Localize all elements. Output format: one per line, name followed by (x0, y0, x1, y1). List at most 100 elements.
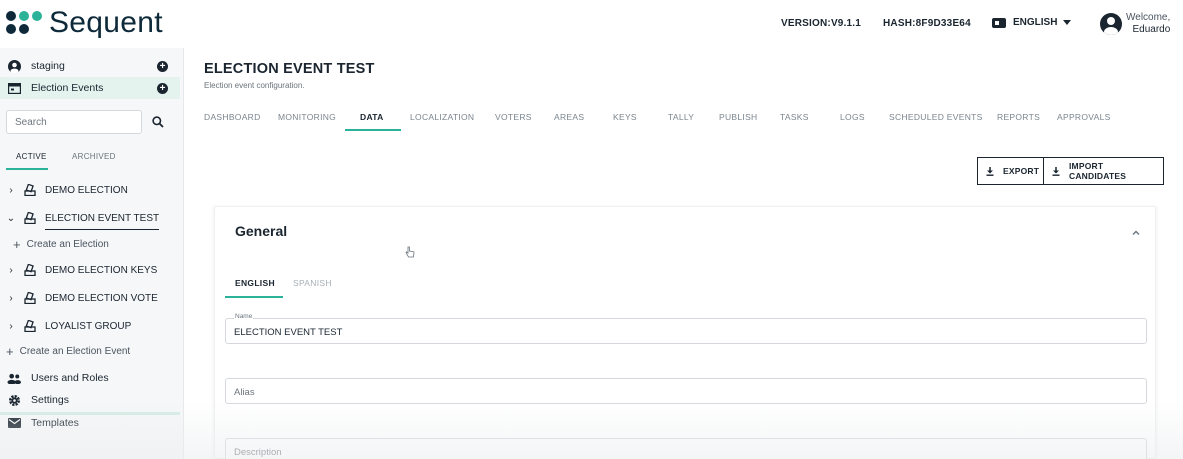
tree-item-label: DEMO ELECTION VOTE (45, 292, 158, 304)
tree-item-label: LOYALIST GROUP (45, 320, 132, 332)
alias-field[interactable]: Alias (225, 378, 1147, 404)
calendar-icon (7, 81, 21, 95)
description-placeholder: Description (234, 447, 282, 458)
tab-monitoring[interactable]: MONITORING (278, 112, 336, 122)
tree-item-loyalist-group[interactable]: › LOYALIST GROUP (0, 315, 180, 337)
export-label: EXPORT (1003, 166, 1040, 176)
tab-data[interactable]: DATA (360, 112, 384, 122)
logo-mark (6, 11, 43, 35)
app-logo[interactable]: Sequent (6, 7, 163, 39)
sidebar-item-users-and-roles[interactable]: Users and Roles (0, 367, 180, 389)
create-election-event-link[interactable]: + Create an Election Event (6, 344, 130, 359)
tree-item-demo-election-vote[interactable]: › DEMO ELECTION VOTE (0, 287, 180, 309)
tab-reports[interactable]: REPORTS (997, 112, 1040, 122)
chevron-right-icon[interactable]: › (6, 293, 16, 304)
version-label: VERSION:V9.1.1 (781, 18, 862, 29)
language-icon (992, 17, 1006, 28)
tree-item-label: DEMO ELECTION (45, 184, 128, 196)
ballot-box-icon (24, 291, 36, 305)
tab-publish[interactable]: PUBLISH (719, 112, 757, 122)
tab-english[interactable]: ENGLISH (235, 278, 275, 288)
export-button[interactable]: EXPORT (977, 157, 1044, 185)
tab-voters[interactable]: VOTERS (495, 112, 532, 122)
tree-item-label: ELECTION EVENT TEST (45, 213, 160, 230)
tab-dashboard[interactable]: DASHBOARD (204, 112, 261, 122)
sidebar: staging + Election Events + Search ACTIV… (0, 48, 184, 459)
sidebar-item-label: Settings (31, 394, 69, 406)
tab-spanish[interactable]: SPANISH (293, 278, 332, 288)
hash-label: HASH:8F9D33E64 (883, 18, 971, 29)
sidebar-item-election-events[interactable]: Election Events + (0, 77, 180, 99)
tab-logs[interactable]: LOGS (840, 112, 865, 122)
avatar-icon (1100, 13, 1122, 35)
language-selector[interactable]: ENGLISH (992, 17, 1072, 28)
tab-tasks[interactable]: TASKS (780, 112, 809, 122)
tab-scheduled-events[interactable]: SCHEDULED EVENTS (889, 112, 983, 122)
search-icon[interactable] (152, 115, 164, 128)
welcome-greeting: Welcome, (1126, 12, 1171, 23)
user-menu[interactable]: Welcome, Eduardo (1100, 12, 1170, 36)
ballot-box-icon (24, 263, 36, 277)
sidebar-item-label: staging (31, 60, 65, 72)
tab-archived[interactable]: ARCHIVED (72, 152, 116, 161)
ballot-box-icon (24, 211, 36, 225)
gear-icon (7, 393, 21, 407)
mail-icon (7, 416, 21, 430)
users-icon (7, 371, 21, 385)
create-election-label: Create an Election (26, 239, 109, 250)
chevron-right-icon[interactable]: › (6, 265, 16, 276)
ballot-box-icon (24, 183, 36, 197)
chevron-up-icon[interactable] (1131, 225, 1141, 235)
section-title: General (235, 223, 288, 239)
language-label: ENGLISH (1013, 17, 1058, 28)
sidebar-item-settings[interactable]: Settings (0, 389, 180, 411)
active-language-indicator (225, 296, 283, 298)
add-tenant-icon[interactable]: + (157, 60, 168, 72)
tab-active[interactable]: ACTIVE (16, 152, 47, 161)
name-field-label: Name (234, 313, 254, 320)
name-field[interactable]: Name ELECTION EVENT TEST (225, 313, 1147, 344)
import-candidates-button[interactable]: IMPORT CANDIDATES (1043, 157, 1164, 185)
sidebar-item-templates[interactable]: Templates (0, 412, 180, 434)
chevron-right-icon[interactable]: › (6, 185, 16, 196)
top-bar: Sequent VERSION:V9.1.1 HASH:8F9D33E64 EN… (0, 0, 1183, 48)
tab-areas[interactable]: AREAS (554, 112, 584, 122)
plus-icon: + (6, 344, 14, 359)
sidebar-item-label: Election Events (31, 82, 104, 94)
page-title: ELECTION EVENT TEST (204, 61, 375, 77)
active-tab-indicator (345, 129, 401, 131)
hand-cursor-icon (405, 245, 415, 258)
sidebar-item-label: Templates (31, 417, 79, 429)
tree-item-demo-election-keys[interactable]: › DEMO ELECTION KEYS (0, 259, 180, 281)
tree-item-demo-election[interactable]: › DEMO ELECTION (0, 179, 180, 201)
add-election-event-icon[interactable]: + (157, 82, 168, 94)
plus-icon: + (13, 237, 21, 252)
tab-tally[interactable]: TALLY (668, 112, 694, 122)
main-content: ELECTION EVENT TEST Election event confi… (186, 48, 1183, 459)
sidebar-search-input[interactable]: Search (6, 110, 142, 134)
account-circle-icon (7, 59, 21, 73)
create-election-link[interactable]: + Create an Election (13, 237, 109, 252)
event-tabs: DASHBOARD MONITORING DATA LOCALIZATION V… (204, 106, 1164, 132)
sidebar-tabs: ACTIVE ARCHIVED (0, 148, 180, 170)
tree-item-election-event-test[interactable]: ⌄ ELECTION EVENT TEST (0, 207, 180, 230)
alias-placeholder: Alias (234, 387, 255, 398)
sidebar-item-label: Users and Roles (31, 372, 109, 384)
import-candidates-label: IMPORT CANDIDATES (1069, 161, 1127, 181)
chevron-right-icon[interactable]: › (6, 321, 16, 332)
name-field-value: ELECTION EVENT TEST (234, 327, 343, 338)
tree-item-label: DEMO ELECTION KEYS (45, 264, 158, 276)
logo-text: Sequent (49, 6, 163, 39)
ballot-box-icon (24, 319, 36, 333)
page-subtitle: Election event configuration. (204, 81, 305, 90)
download-icon (986, 166, 994, 176)
general-section-card: General ENGLISH SPANISH Name ELECTION EV… (214, 206, 1156, 459)
active-tab-indicator (6, 168, 48, 170)
description-field[interactable]: Description (225, 438, 1147, 459)
tab-localization[interactable]: LOCALIZATION (410, 112, 474, 122)
create-election-event-label: Create an Election Event (19, 346, 131, 357)
sidebar-item-tenant[interactable]: staging + (0, 55, 180, 77)
tab-keys[interactable]: KEYS (613, 112, 637, 122)
chevron-down-icon[interactable]: ⌄ (6, 213, 16, 224)
tab-approvals[interactable]: APPROVALS (1057, 112, 1111, 122)
